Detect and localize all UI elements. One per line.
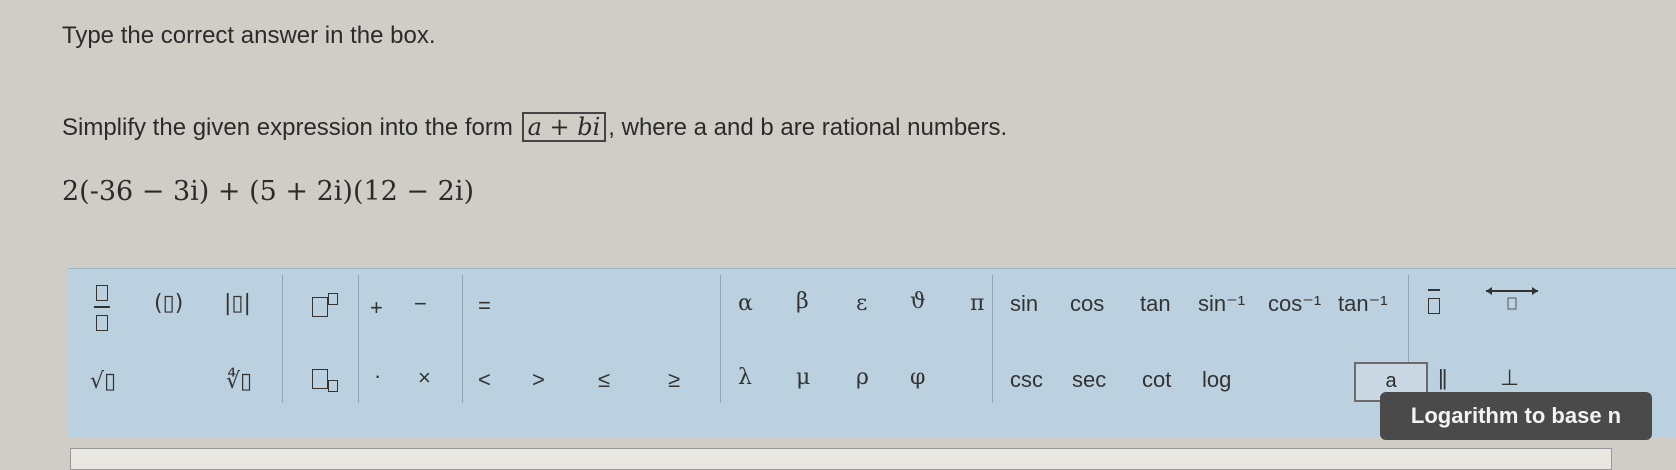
- parentheses-button[interactable]: (▯): [154, 293, 183, 315]
- sec-button[interactable]: sec: [1072, 369, 1106, 391]
- parallel-button[interactable]: ||: [1438, 365, 1448, 390]
- line-arrow-button[interactable]: [1482, 285, 1542, 315]
- log-button[interactable]: log: [1202, 369, 1231, 391]
- math-expression: 2(-36 − 3i) + (5 + 2i)(12 − 2i): [62, 176, 474, 207]
- tan-button[interactable]: tan: [1140, 293, 1171, 315]
- overline-icon: [1428, 289, 1440, 316]
- csc-button[interactable]: csc: [1010, 369, 1043, 391]
- tooltip: Logarithm to base n: [1380, 392, 1652, 440]
- greek-alpha-button[interactable]: α: [738, 293, 753, 315]
- greek-phi-button[interactable]: φ: [910, 367, 925, 389]
- greek-theta-button[interactable]: ϑ: [910, 291, 926, 313]
- greek-mu-button[interactable]: μ: [796, 367, 810, 389]
- greek-epsilon-button[interactable]: ε: [856, 293, 867, 315]
- greater-than-button[interactable]: >: [532, 369, 545, 391]
- sqrt-button[interactable]: √▯: [90, 371, 116, 393]
- perpendicular-icon: ⊥: [1500, 365, 1520, 390]
- fraction-icon: [94, 281, 110, 333]
- overline-button[interactable]: [1428, 289, 1440, 316]
- form-box: a + bi: [521, 112, 607, 142]
- answer-input-box[interactable]: [70, 448, 1612, 470]
- prompt-before: Simplify the given expression into the f…: [62, 114, 513, 141]
- equals-button[interactable]: =: [478, 295, 491, 317]
- perpendicular-button[interactable]: ⊥: [1500, 367, 1519, 389]
- greek-pi-button[interactable]: π: [970, 293, 984, 315]
- greater-equal-button[interactable]: ≥: [668, 369, 680, 391]
- absolute-value-button[interactable]: |▯|: [224, 293, 251, 315]
- prompt-after: , where a and b are rational numbers.: [608, 114, 1008, 141]
- sin-button[interactable]: sin: [1010, 293, 1038, 315]
- greek-beta-button[interactable]: β: [796, 291, 809, 313]
- less-equal-button[interactable]: ≤: [598, 369, 610, 391]
- cos-button[interactable]: cos: [1070, 293, 1104, 315]
- plus-button[interactable]: +: [370, 297, 383, 319]
- times-button[interactable]: ×: [418, 367, 431, 389]
- subscript-icon: [312, 365, 338, 392]
- divider: [992, 275, 993, 403]
- arctan-button[interactable]: tan⁻¹: [1338, 293, 1388, 315]
- dot-button[interactable]: ·: [374, 365, 381, 387]
- greek-lambda-button[interactable]: λ: [738, 367, 752, 389]
- divider: [282, 275, 283, 403]
- divider: [720, 275, 721, 403]
- cot-button[interactable]: cot: [1142, 369, 1171, 391]
- line-arrow-icon: [1486, 287, 1538, 310]
- divider: [358, 275, 359, 403]
- instruction-text: Type the correct answer in the box.: [62, 22, 436, 49]
- arcsin-button[interactable]: sin⁻¹: [1198, 293, 1245, 315]
- less-than-button[interactable]: <: [478, 369, 491, 391]
- minus-button[interactable]: −: [414, 293, 427, 315]
- superscript-icon: [312, 292, 338, 317]
- arccos-button[interactable]: cos⁻¹: [1268, 293, 1321, 315]
- superscript-button[interactable]: [312, 289, 338, 317]
- fraction-button[interactable]: [94, 281, 110, 333]
- greek-rho-button[interactable]: ρ: [856, 367, 869, 389]
- subscript-button[interactable]: [312, 367, 338, 394]
- divider: [462, 275, 463, 403]
- nth-root-button[interactable]: ∜▯: [226, 371, 252, 393]
- parallel-icon: ||: [1438, 365, 1448, 390]
- question-prompt: Simplify the given expression into the f…: [62, 112, 1007, 142]
